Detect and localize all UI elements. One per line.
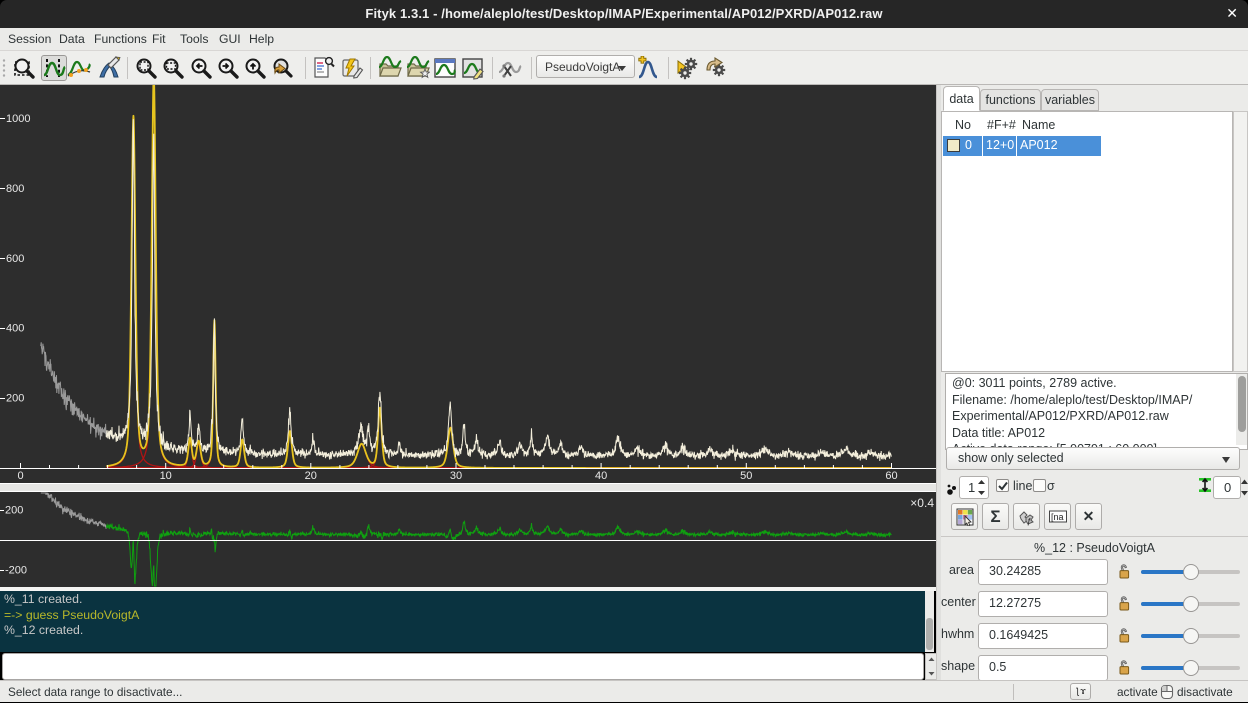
svg-text:40: 40: [595, 470, 607, 482]
svg-text:30: 30: [450, 470, 462, 482]
svg-text:800: 800: [6, 183, 24, 195]
svg-text:200: 200: [6, 393, 24, 405]
svg-text:50: 50: [740, 470, 752, 482]
svg-text:600: 600: [6, 253, 24, 265]
svg-text:ƪɤ: ƪɤ: [1075, 687, 1086, 696]
svg-text:×0.4: ×0.4: [910, 496, 934, 510]
svg-text:10: 10: [160, 470, 172, 482]
svg-text:[na: [na: [1051, 512, 1064, 522]
svg-text:20: 20: [305, 470, 317, 482]
svg-text:1000: 1000: [6, 113, 30, 125]
svg-text:0: 0: [17, 470, 23, 482]
svg-text:ƒ: ƒ: [1027, 517, 1031, 526]
svg-text:60: 60: [885, 470, 897, 482]
svg-text:400: 400: [6, 323, 24, 335]
svg-text:200: 200: [5, 505, 23, 517]
svg-text:-200: -200: [5, 565, 27, 577]
